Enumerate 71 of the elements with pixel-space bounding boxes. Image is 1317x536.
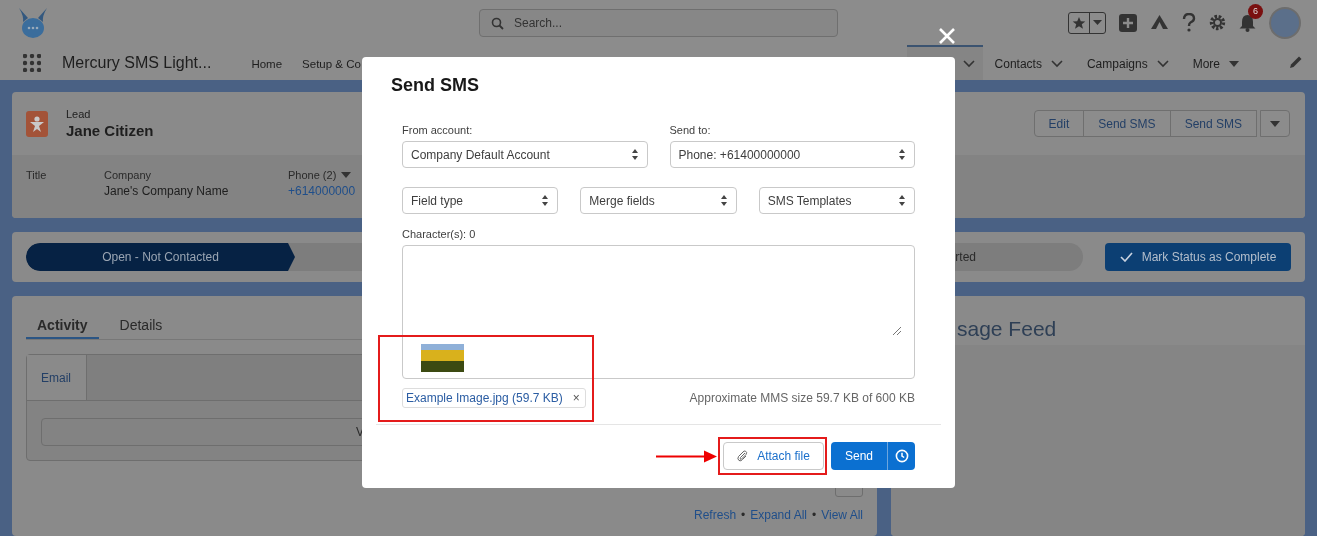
search-field[interactable]: Search... xyxy=(479,8,838,37)
mountain-icon[interactable] xyxy=(1150,14,1169,31)
chevron-icon xyxy=(1050,59,1063,68)
search-icon xyxy=(491,16,504,30)
size-note: Approximate MMS size 59.7 KB of 600 KB xyxy=(689,391,915,405)
select-field[interactable]: Phone: +61400000000 xyxy=(669,141,915,168)
check-icon xyxy=(1119,252,1133,262)
select-field[interactable]: Field type xyxy=(402,187,559,214)
pencil-icon xyxy=(1288,55,1303,70)
attach-file-button[interactable]: Attach file xyxy=(723,442,824,470)
caret-icon xyxy=(1092,19,1102,26)
action-button[interactable]: Send SMS xyxy=(1169,110,1257,137)
composer-tab[interactable]: Email xyxy=(27,355,87,400)
favorites-button[interactable] xyxy=(1068,11,1106,34)
separator-dot: • xyxy=(741,508,746,522)
field-label: Send to: xyxy=(669,124,712,136)
remove-button[interactable]: × xyxy=(570,391,582,405)
chevron-icon xyxy=(1156,59,1169,68)
pointer-arrow xyxy=(656,450,718,463)
nav-tab[interactable]: More xyxy=(1180,45,1251,80)
field-label: Title xyxy=(26,169,47,181)
sort-arrows-icon xyxy=(898,148,906,161)
settings-icon[interactable] xyxy=(1209,14,1226,31)
mark-complete-button[interactable]: Mark Status as Complete xyxy=(1105,243,1291,271)
select-field[interactable]: SMS Templates xyxy=(758,187,915,214)
bell-icon[interactable] xyxy=(1239,13,1256,32)
nav-tab[interactable]: Home xyxy=(241,45,293,80)
character-counter: Character(s): 0 xyxy=(402,228,477,240)
caret-icon xyxy=(1229,60,1239,67)
notification-badge: 6 xyxy=(1248,3,1263,19)
app-name: Mercury SMS Light... xyxy=(62,53,212,72)
separator-dot: • xyxy=(812,508,817,522)
action-button[interactable]: Edit xyxy=(1033,110,1085,137)
nav-tab[interactable]: Setup & Co xyxy=(292,45,361,80)
sort-arrows-icon xyxy=(541,194,550,207)
record-type: Lead xyxy=(66,108,92,120)
chevron-icon xyxy=(962,59,975,68)
field-label: From account: xyxy=(402,124,474,136)
lead-icon xyxy=(26,110,48,137)
path-stage[interactable]: Open - Not Contacted xyxy=(26,243,295,271)
field-label: Phone (2) xyxy=(288,169,337,181)
sort-arrows-icon xyxy=(719,194,728,207)
action-button[interactable]: Send SMS xyxy=(1083,110,1171,137)
paperclip-icon xyxy=(737,450,749,462)
record-name: Jane Citizen xyxy=(66,122,154,139)
resize-grip-icon xyxy=(892,326,902,336)
nav-tab[interactable]: Campaigns xyxy=(1074,45,1181,80)
attachment-link[interactable]: Example Image.jpg (59.7 KB) xyxy=(406,391,563,405)
photo-placeholder xyxy=(421,344,464,372)
modal-title: Send SMS xyxy=(391,75,480,96)
more-actions-button[interactable] xyxy=(1260,110,1290,137)
tab[interactable]: Details xyxy=(108,310,174,339)
close-icon[interactable] xyxy=(938,27,956,45)
app-launcher-icon xyxy=(23,53,41,72)
nav-tab[interactable]: Contacts xyxy=(982,45,1075,80)
field-label: Company xyxy=(104,169,152,181)
sort-arrows-icon xyxy=(630,148,639,161)
help-icon[interactable] xyxy=(1182,13,1196,32)
select-field[interactable]: Merge fields xyxy=(580,187,737,214)
star-icon xyxy=(1072,15,1087,30)
add-icon[interactable] xyxy=(1119,13,1137,32)
caret-icon xyxy=(1270,120,1280,127)
clock-icon xyxy=(894,449,909,463)
feed-title: sage Feed xyxy=(957,317,1057,340)
select-field[interactable]: Company Default Account xyxy=(402,141,648,168)
send-button[interactable]: Send xyxy=(831,442,888,470)
field-value: Jane's Company Name xyxy=(104,184,230,198)
message-field[interactable] xyxy=(402,245,915,379)
sort-arrows-icon xyxy=(898,194,906,207)
tab[interactable]: Activity xyxy=(26,310,99,339)
schedule-button[interactable] xyxy=(888,442,915,470)
